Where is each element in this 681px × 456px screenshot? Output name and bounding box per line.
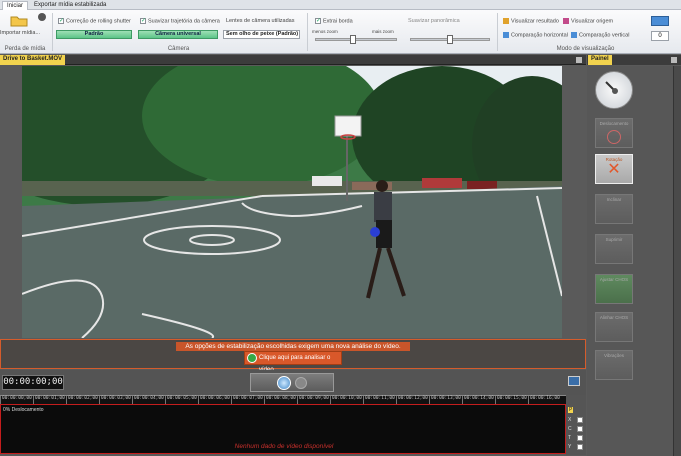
panel-button-adjust[interactable]: Ajustar CHOS xyxy=(595,274,633,304)
track-label: 0% Deslocamento xyxy=(3,407,44,413)
reanalysis-notice: As opções de estabilização escolhidas ex… xyxy=(0,339,586,373)
compare-vertical-label: Comparação vertical xyxy=(579,32,630,39)
side-label: X xyxy=(568,417,572,423)
ribbon-tabs: Iniciar Exportar mídia estabilizada xyxy=(0,0,681,10)
layout-icon[interactable] xyxy=(651,16,669,26)
side-checkbox[interactable] xyxy=(577,417,583,423)
panel-button-vibrations[interactable]: Vibrações xyxy=(595,350,633,380)
view-origin-label: Visualizar origem xyxy=(571,18,614,25)
refresh-icon xyxy=(247,353,257,363)
lens-label: Lentes de câmera utilizadas xyxy=(226,18,295,24)
dial-icon xyxy=(605,81,618,94)
less-zoom-label: menos zoom xyxy=(312,29,338,34)
smooth-path-checkbox[interactable]: Suavizar trajetória da câmera xyxy=(140,18,220,24)
notice-message: As opções de estabilização escolhidas ex… xyxy=(176,342,410,351)
panel-button-rotation[interactable]: Rotação ✕ xyxy=(595,154,633,184)
view-result-label: Visualizar resultado xyxy=(511,18,559,25)
panel-button-label: Suprimir xyxy=(605,237,623,242)
panel-button-label: Inclinar xyxy=(606,197,622,202)
import-group-label: Perda de mídia xyxy=(4,46,46,52)
compare-horizontal-label: Comparação horizontal xyxy=(511,32,568,39)
rotation-dial[interactable] xyxy=(595,71,633,109)
lens-dropdown[interactable]: Sem olho de peixe (Padrão) xyxy=(223,30,300,39)
side-checkbox[interactable] xyxy=(577,444,583,450)
checkbox-icon xyxy=(315,18,321,24)
slider-knob[interactable] xyxy=(447,35,453,44)
video-file-tab[interactable]: Drive to Basket.MOV xyxy=(0,55,66,65)
border-label: Extrai borda xyxy=(323,18,353,25)
panel-tab[interactable]: Painel xyxy=(588,55,612,65)
panel-scrollbar[interactable] xyxy=(673,66,681,456)
compare-vertical-button[interactable]: Comparação vertical xyxy=(571,32,629,38)
divider xyxy=(307,13,308,51)
zoom-slider[interactable] xyxy=(315,35,397,44)
side-label[interactable]: P xyxy=(568,407,574,413)
compare-vertical-icon xyxy=(571,32,577,38)
side-label: Y xyxy=(568,444,572,450)
video-frame-image xyxy=(22,66,562,338)
side-label: C xyxy=(568,426,572,432)
target-icon xyxy=(607,130,621,144)
view-result-icon xyxy=(503,18,509,24)
transport-bar: 00:00:00;00 xyxy=(0,370,586,395)
timeline-ruler[interactable]: 00:00:00;00 00:00:01;00 00:00:02;00 00:0… xyxy=(0,395,566,405)
import-media-button[interactable]: Importar mídia... xyxy=(0,30,40,36)
panel-button-label: Ajustar CHOS xyxy=(599,277,629,282)
smooth-path-select[interactable]: Câmera universal xyxy=(138,30,218,39)
import-folder-icon[interactable] xyxy=(10,13,28,27)
slider-knob[interactable] xyxy=(350,35,356,44)
rolling-shutter-label: Correção de rolling shutter xyxy=(66,18,131,25)
border-checkbox[interactable]: Extrai borda xyxy=(315,18,353,24)
side-checkbox[interactable] xyxy=(577,435,583,441)
analyze-video-button[interactable]: Clique aqui para analisar o vídeo. xyxy=(244,351,342,373)
play-button[interactable] xyxy=(277,376,291,390)
panel-button-label: Deslocamento xyxy=(599,121,629,126)
checkbox-icon xyxy=(140,18,146,24)
timeline-side-controls: P X C T Y xyxy=(566,395,586,455)
panel-button-suppress[interactable]: Suprimir xyxy=(595,234,633,264)
timeline-track[interactable]: 0% Deslocamento Nenhum dado de vídeo dis… xyxy=(0,404,566,454)
panel-button-label: Alinhar CHOS xyxy=(599,315,629,320)
more-zoom-label: mais zoom xyxy=(372,29,394,34)
compare-horizontal-icon xyxy=(503,32,509,38)
camera-group-label: Câmera xyxy=(167,46,190,52)
maximize-icon[interactable] xyxy=(671,57,677,63)
view-group-label: Modo de visualização xyxy=(556,46,615,52)
fullscreen-icon[interactable] xyxy=(568,376,580,386)
empty-timeline-message: Nenhum dado de vídeo disponível xyxy=(234,443,334,450)
divider xyxy=(497,13,498,51)
timecode-display: 00:00:00;00 xyxy=(2,375,64,390)
checkbox-icon xyxy=(58,18,64,24)
side-checkbox[interactable] xyxy=(577,426,583,432)
panel-button-label: Vibrações xyxy=(604,353,624,358)
close-icon: ✕ xyxy=(607,161,621,178)
settings-icon[interactable] xyxy=(38,13,46,21)
view-result-button[interactable]: Visualizar resultado xyxy=(503,18,559,24)
panel-button-tilt[interactable]: Inclinar xyxy=(595,194,633,224)
adjustment-panel: Deslocamento Rotação ✕ Inclinar Suprimir… xyxy=(587,66,673,456)
video-panel-header: Drive to Basket.MOV xyxy=(0,55,586,65)
counter-stepper[interactable]: 0 xyxy=(651,31,669,41)
smooth-path-label: Suavizar trajetória da câmera xyxy=(148,18,220,25)
stop-button[interactable] xyxy=(295,377,307,389)
panel-header: Painel xyxy=(587,55,681,65)
rolling-shutter-select[interactable]: Padrão xyxy=(56,30,132,39)
tab-exportar[interactable]: Exportar mídia estabilizada xyxy=(30,1,110,10)
video-preview[interactable] xyxy=(22,66,562,338)
maximize-icon[interactable] xyxy=(576,57,582,63)
divider xyxy=(52,13,53,51)
panel-button-align[interactable]: Alinhar CHOS xyxy=(595,312,633,342)
ribbon: Importar mídia... Perda de mídia Correçã… xyxy=(0,10,681,54)
view-origin-icon xyxy=(563,18,569,24)
panel-button-displacement[interactable]: Deslocamento xyxy=(595,118,633,148)
smooth-panoramic-label: Suavizar panorâmica xyxy=(408,18,460,24)
compare-horizontal-button[interactable]: Comparação horizontal xyxy=(503,32,568,38)
panoramic-slider[interactable] xyxy=(410,35,490,44)
side-label: T xyxy=(568,435,572,441)
tab-iniciar[interactable]: Iniciar xyxy=(2,1,29,10)
rolling-shutter-checkbox[interactable]: Correção de rolling shutter xyxy=(58,18,131,24)
playback-controls xyxy=(250,373,334,392)
view-origin-button[interactable]: Visualizar origem xyxy=(563,18,613,24)
